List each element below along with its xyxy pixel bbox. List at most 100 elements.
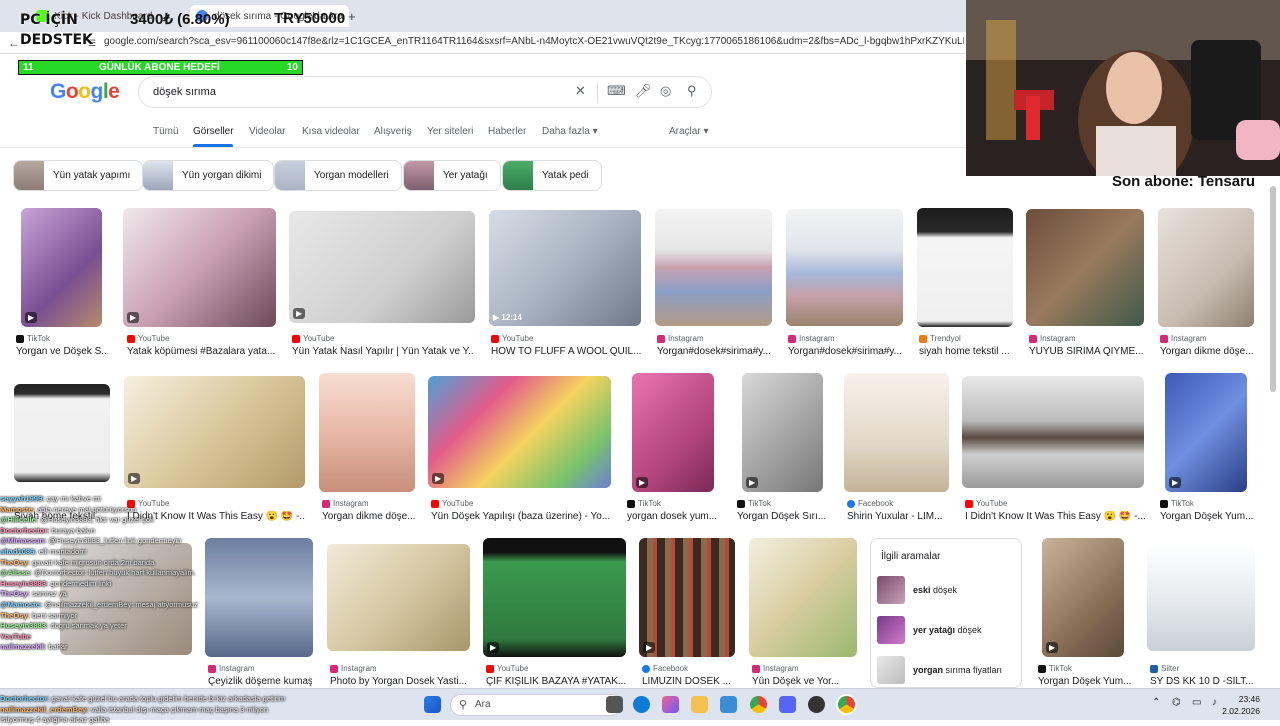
tab-news[interactable]: Haberler xyxy=(488,126,526,137)
result-image[interactable]: ▶ xyxy=(21,208,102,327)
search-box[interactable]: döşek sırıma ✕ ⌨ 🎤︎ ◎ ⚲ xyxy=(138,76,712,108)
clear-icon[interactable]: ✕ xyxy=(575,83,586,99)
result-caption[interactable]: Yorgan#dosek#sirima#y... xyxy=(657,346,772,357)
lens-icon[interactable]: ◎ xyxy=(660,83,671,99)
file-explorer-icon[interactable] xyxy=(691,696,708,713)
chrome-icon[interactable] xyxy=(750,696,767,713)
play-icon: ▶ xyxy=(1169,477,1182,488)
chip-floor-bed[interactable]: Yer yatağı xyxy=(403,160,501,191)
chat-message: @Alisse: @Doctorhector: lutfen buyuk har… xyxy=(0,568,205,579)
result-caption[interactable]: Photo by Yorgan Dosek Yasti... xyxy=(330,676,470,687)
source-label: Instagram xyxy=(333,499,369,508)
tab-places[interactable]: Yer siteleri xyxy=(427,126,473,137)
result-caption[interactable]: Yorgan Döşek Yum... xyxy=(1160,511,1258,522)
result-caption[interactable]: Yorgan dikme döşe... xyxy=(322,511,416,522)
result-caption[interactable]: LIMUZIN DOSEK ... xyxy=(642,676,738,687)
result-image[interactable]: ▶ xyxy=(1042,538,1124,657)
result-image[interactable]: ▶ xyxy=(1165,373,1247,492)
tab-short-videos[interactable]: Kısa videolar xyxy=(302,126,360,137)
result-image[interactable]: ▶ 12:14 xyxy=(489,210,641,326)
result-image[interactable] xyxy=(786,209,903,326)
result-image[interactable] xyxy=(655,209,772,326)
related-search-item[interactable]: eski döşek xyxy=(877,575,1017,605)
tab-images[interactable]: Görseller xyxy=(193,126,234,137)
tools-button[interactable]: Araçlar ▾ xyxy=(669,126,708,137)
result-source: Facebook xyxy=(642,664,688,673)
result-caption[interactable]: siyah home tekstil ... xyxy=(919,346,1017,357)
copilot-icon[interactable] xyxy=(662,696,679,713)
result-image[interactable]: ▶ xyxy=(639,538,735,657)
network-icon[interactable]: ⌬ xyxy=(1172,697,1181,708)
result-image[interactable] xyxy=(844,373,949,492)
trendyol-icon xyxy=(919,334,927,343)
result-image[interactable]: ▶ xyxy=(289,211,475,323)
tab-more[interactable]: Daha fazla ▾ xyxy=(542,126,598,137)
tab-all[interactable]: Tümü xyxy=(153,126,179,137)
task-view-icon[interactable] xyxy=(606,696,623,713)
search-icon[interactable]: ⚲ xyxy=(687,83,697,99)
result-caption[interactable]: ÇİF KİŞİLİK BAZAYA #YATAK... xyxy=(486,676,626,687)
result-image[interactable] xyxy=(917,208,1013,327)
result-image[interactable]: ▶ xyxy=(742,373,823,492)
google-logo[interactable]: Google xyxy=(50,80,120,104)
store-icon[interactable] xyxy=(720,696,737,713)
discord-icon[interactable] xyxy=(779,696,796,713)
chip-quilt-models[interactable]: Yorgan modelleri xyxy=(274,160,402,191)
chip-wool-bed-making[interactable]: Yün yatak yapımı xyxy=(13,160,144,191)
play-icon: ▶ xyxy=(643,642,656,653)
result-caption[interactable]: Yorgan Döşek Sırı... xyxy=(737,511,827,522)
result-image[interactable] xyxy=(319,373,415,492)
goal-target: 10 xyxy=(286,62,298,73)
result-caption[interactable]: Yün Döşek Yapılışı (baza üzerine) - Yo..… xyxy=(431,511,611,522)
result-caption[interactable]: HOW TO FLUFF A WOOL QUIL... xyxy=(491,346,641,357)
search-input[interactable]: döşek sırıma xyxy=(153,86,216,98)
result-image[interactable]: ▶ xyxy=(483,538,626,657)
result-caption[interactable]: Yorgan#dosek#sirima#y... xyxy=(788,346,903,357)
result-caption[interactable]: YUYUB SIRIMA QIYME... xyxy=(1029,346,1144,357)
result-image[interactable] xyxy=(749,538,857,657)
taskbar-search[interactable]: ⚲ Ara xyxy=(450,694,622,716)
result-caption[interactable]: SY DS KK 10 D -SILT... xyxy=(1150,676,1255,687)
result-image[interactable] xyxy=(205,538,313,657)
obs-icon[interactable] xyxy=(808,696,825,713)
taskbar-clock[interactable]: 23:46 2.02.2026 xyxy=(1222,693,1260,717)
result-image[interactable] xyxy=(1026,209,1144,326)
result-image[interactable] xyxy=(1158,208,1254,327)
result-caption[interactable]: Yün Yatak Nasıl Yapılır | Yün Yatak ve Y… xyxy=(292,346,474,357)
scrollbar-thumb[interactable] xyxy=(1270,186,1276,392)
edge-icon[interactable] xyxy=(633,696,650,713)
result-caption[interactable]: Yün Döşek ve Yor... xyxy=(752,676,857,687)
result-caption[interactable]: Çeyizlik döşeme kumaş... xyxy=(208,676,312,687)
result-image[interactable]: ▶ xyxy=(124,376,305,488)
result-caption[interactable]: I Didn't Know It Was This Easy 😮 🤩 -... xyxy=(965,511,1145,522)
chip-mattress-pad[interactable]: Yatak pedi xyxy=(502,160,602,191)
result-caption[interactable]: yorgan dosek yum... xyxy=(627,511,717,522)
result-image[interactable] xyxy=(327,544,470,651)
result-image[interactable] xyxy=(962,376,1144,488)
volume-icon[interactable]: ♪ xyxy=(1212,697,1217,708)
keyboard-icon[interactable]: ⌨ xyxy=(607,83,626,99)
related-search-item[interactable]: yorgan sırıma fiyatları xyxy=(877,655,1017,685)
result-image[interactable]: ▶ xyxy=(123,208,276,327)
microphone-icon[interactable]: 🎤︎ xyxy=(635,83,652,99)
result-image[interactable] xyxy=(1147,543,1255,651)
result-caption[interactable]: Yorgan Döşek Yum... xyxy=(1038,676,1134,687)
tab-shopping[interactable]: Alışveriş xyxy=(374,126,412,137)
display-icon[interactable]: ▭ xyxy=(1192,697,1201,708)
result-caption[interactable]: Yorgan dikme döşe... xyxy=(1160,346,1256,357)
chrome-active-icon[interactable] xyxy=(838,696,855,713)
result-image[interactable]: ▶ xyxy=(632,373,714,492)
video-duration: ▶ 12:14 xyxy=(493,313,522,322)
back-icon[interactable]: ← xyxy=(8,36,20,50)
address-bar: ← ☰ google.com/search?sca_esv=961100060c… xyxy=(0,32,966,54)
related-search-item[interactable]: yer yatağı döşek xyxy=(877,615,1017,645)
result-caption[interactable]: Shirin Yuxular - LIM... xyxy=(847,511,947,522)
result-caption[interactable]: Yorgan ve Döşek S... xyxy=(16,346,108,357)
result-image[interactable]: ▶ xyxy=(428,376,611,488)
tray-chevron-icon[interactable]: ⌃ xyxy=(1152,697,1160,708)
url-field[interactable]: google.com/search?sca_esv=961100060c147f… xyxy=(104,36,964,47)
result-caption[interactable]: Yatak köpümesi #Bazalara yata... xyxy=(127,346,275,357)
result-image[interactable] xyxy=(14,384,110,482)
chip-wool-quilt-sewing[interactable]: Yün yorgan dikimi xyxy=(142,160,275,191)
tab-videos[interactable]: Videolar xyxy=(249,126,286,137)
